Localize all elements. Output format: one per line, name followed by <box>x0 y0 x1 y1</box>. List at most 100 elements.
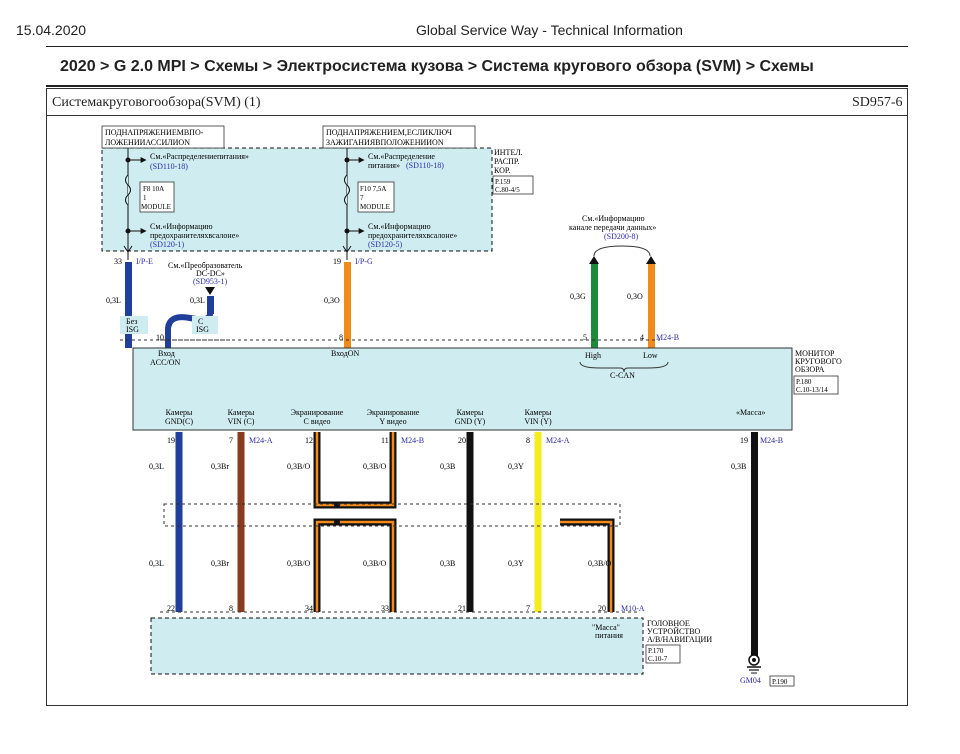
wire-size-bottom: 0,3Y <box>508 559 524 568</box>
monitor-can-high: High <box>585 351 601 360</box>
monitor-pin-connector: M24-A <box>249 436 273 445</box>
head-unit-mass-pin: 20 <box>598 604 606 613</box>
head-unit-ref-line1: P.170 <box>648 647 664 655</box>
wire-size-bottom: 0,3B/O <box>287 559 311 568</box>
can-ref-line3: (SD200-8) <box>604 232 639 241</box>
monitor-pin-ign: 8 <box>339 333 343 342</box>
left-header-line1: ПОДНАПРЯЖЕНИЕМВПО- <box>105 128 204 137</box>
monitor-pin-label-line2: C видео <box>303 417 330 426</box>
right-header-line1: ПОДНАПРЯЖЕНИЕМ,ЕСЛИКЛЮЧ <box>326 128 452 137</box>
right-fuse-rating: F10 7,5A <box>360 185 386 193</box>
dcdc-ref-line3: (SD953-1) <box>193 277 228 286</box>
wire-4 <box>466 432 474 612</box>
wire-size-top: 0,3B/O <box>363 462 387 471</box>
right-fuse-module: MODULE <box>360 203 390 211</box>
wire-ign-on <box>344 262 351 348</box>
dcdc-arrow <box>205 287 215 295</box>
ground-ref: P.190 <box>772 678 788 686</box>
can-ref-line1: См.«Информацию <box>582 214 645 223</box>
can-high-size: 0,3G <box>570 292 586 301</box>
right-ref-top-line1: См.«Распределение <box>368 152 435 161</box>
ground-size: 0,3B <box>731 462 746 471</box>
wire-size-bottom: 0,3B/O <box>363 559 387 568</box>
fuse-box-ref-line1: P.159 <box>495 178 511 186</box>
wire-size-bottom: 0,3L <box>149 559 164 568</box>
fuse-box-name-line1: ИНТЕЛ. <box>494 148 523 157</box>
monitor-pin-number: 11 <box>381 436 389 445</box>
ground-point: GM04 <box>740 676 761 685</box>
wire-size-bottom: 0,3Br <box>211 559 229 568</box>
right-header-line2: ЗАЖИГАНИЯВПОЛОЖЕНИИON <box>326 138 444 147</box>
can-ref-line2: канале передачи данных» <box>569 223 656 232</box>
ground-pin: 19 <box>740 436 748 445</box>
label-no-isg-line2: ISG <box>126 325 139 334</box>
wire-size-bottom: 0,3B <box>440 559 455 568</box>
left-ref-bot-line3: (SD120-1) <box>150 240 185 249</box>
wire-5 <box>534 432 542 612</box>
wire-0 <box>175 432 183 612</box>
head-unit-connector: M10-A <box>621 604 645 613</box>
fuse-box-ref-line2: C.80-4/5 <box>495 186 520 194</box>
wire-can-low <box>648 264 655 348</box>
monitor-to-head-unit-wires: КамерыGND(C)190,3L0,3L22КамерыGND(C)Каме… <box>149 408 570 640</box>
monitor-pin-label-line2: VIN (Y) <box>524 417 552 426</box>
head-unit-box <box>150 617 644 675</box>
splice-dot <box>334 519 340 525</box>
monitor-ref-line2: C.10-13/14 <box>796 386 828 394</box>
right-ref-bot-line2: предохранителяхвсалоне» <box>368 231 457 240</box>
monitor-in-acc-line2: ACC/ON <box>150 358 180 367</box>
can-low-size: 0,3O <box>627 292 643 301</box>
right-ref-top-line2: питания» <box>368 161 400 170</box>
can-connector: M24-B <box>656 333 679 342</box>
ground-label: «Масса» <box>736 408 765 417</box>
wire-size-top: 0,3Br <box>211 462 229 471</box>
wire-ign-connector: I/P-G <box>355 257 373 266</box>
head-unit-name-line3: А/В/НАВИГАЦИИ <box>647 635 712 644</box>
wire-can-high <box>591 264 598 348</box>
monitor-pin-label-line1: Камеры <box>457 408 484 417</box>
monitor-pin-label-line2: GND (Y) <box>455 417 486 426</box>
monitor-pin-number: 8 <box>526 436 530 445</box>
splice-dot <box>334 502 340 508</box>
left-fuse-rating: F8 10A <box>143 185 164 193</box>
wire-ground <box>751 432 758 656</box>
wire-size-top: 0,3Y <box>508 462 524 471</box>
monitor-pin-label-line1: Камеры <box>525 408 552 417</box>
right-fuse-number: 7 <box>360 194 364 202</box>
wire-acc-isg <box>207 296 214 314</box>
monitor-ref-line1: P.180 <box>796 378 812 386</box>
monitor-pin-label-line2: VIN (C) <box>228 417 255 426</box>
wire-size-top: 0,3B <box>440 462 455 471</box>
monitor-name-line3: ОБЗОРА <box>795 365 825 374</box>
wiring-diagram: ПОДНАПРЯЖЕНИЕМВПО- ЛОЖЕНИИАССИЛИON ПОДНА… <box>101 125 842 687</box>
left-fuse-module: MODULE <box>141 203 171 211</box>
left-fuse-number: 1 <box>143 194 147 202</box>
monitor-pin-acc: 10 <box>156 333 164 342</box>
wire-ign-size: 0,3O <box>324 296 340 305</box>
monitor-pin-label-line1: Экранирование <box>367 408 420 417</box>
wire-size-top: 0,3L <box>149 462 164 471</box>
head-unit-mass-label-line2: питания <box>595 631 623 640</box>
fuse-box-name-line3: КОР. <box>494 166 510 175</box>
monitor-pin-connector: M24-B <box>401 436 424 445</box>
left-ref-bot-line2: предохранителяхвсалоне» <box>150 231 239 240</box>
right-ref-top-line3: (SD110-18) <box>406 161 444 170</box>
wire-ign-pin: 19 <box>333 257 341 266</box>
monitor-pin-connector: M24-A <box>546 436 570 445</box>
fuse-box-name-line2: РАСПР. <box>494 157 519 166</box>
wire-acc-no-isg <box>125 262 132 348</box>
can-high-pin: 5 <box>583 333 587 342</box>
monitor-pin-label-line1: Камеры <box>228 408 255 417</box>
monitor-ccan: C-CAN <box>610 371 635 380</box>
left-header-line2: ЛОЖЕНИИАССИЛИON <box>105 138 190 147</box>
label-isg-line2: ISG <box>196 325 209 334</box>
monitor-pin-label-line2: GND(C) <box>165 417 193 426</box>
head-unit-mass-size: 0,3B/O <box>588 559 612 568</box>
monitor-pin-label-line2: Y видео <box>379 417 406 426</box>
can-high-arrow <box>589 256 599 264</box>
right-ref-bot-line1: См.«Информацию <box>368 222 431 231</box>
ground-connector: M24-B <box>760 436 783 445</box>
right-ref-bot-line3: (SD120-5) <box>368 240 403 249</box>
left-ref-top-line1: См.«Распределениепитания» <box>150 152 249 161</box>
wire-1 <box>237 432 245 612</box>
